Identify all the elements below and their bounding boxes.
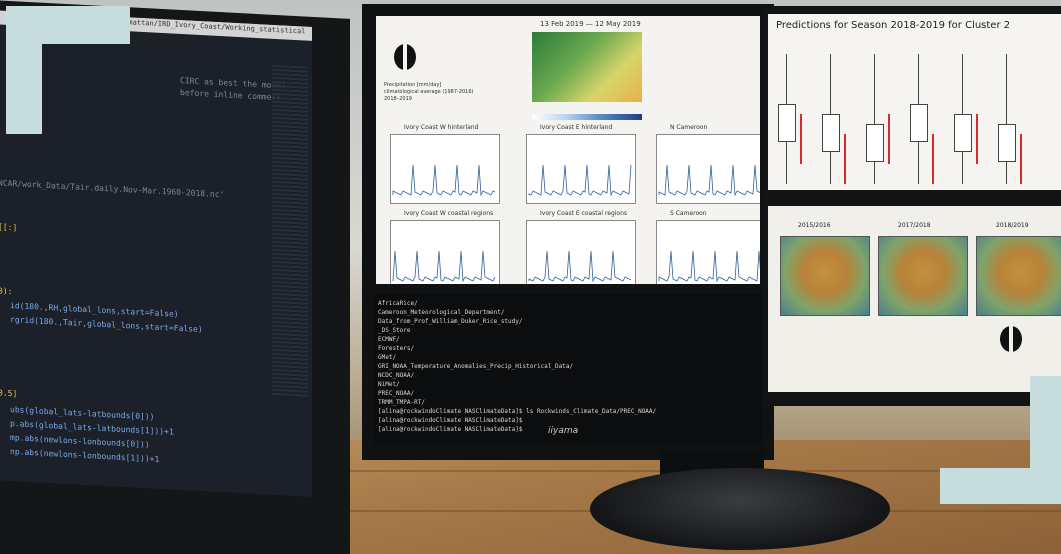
map-label: 2017/2018 (898, 222, 931, 229)
terminal-line: GRI_NOAA_Temperature_Anomalies_Precip_Hi… (378, 363, 574, 370)
panel-title: Ivory Coast E coastal regions (540, 210, 628, 217)
photo-scene: armattan/IRD_Ivory_Coast/Working_statist… (0, 0, 1061, 554)
code-line: before inline commert (180, 87, 282, 103)
terminal-line: [alina@rockwindoClimate NASClimateData]$ (378, 426, 523, 433)
code-line: 0): (0, 286, 13, 297)
terminal-line: PREC_NOAA/ (378, 390, 415, 397)
terminal-line: ECMWF/ (378, 336, 400, 343)
map-label: 2015/2016 (798, 222, 831, 229)
prediction-interval-bar (1020, 134, 1022, 184)
code-line: 0.5] (0, 388, 18, 399)
code-line: np.abs(newlons-lonbounds[1]))+1 (10, 447, 160, 464)
code-editor-screen: armattan/IRD_Ivory_Coast/Working_statist… (0, 10, 312, 497)
panel-title: N Cameroon (670, 124, 708, 131)
institute-logo (394, 44, 416, 70)
timeseries-panel (390, 134, 500, 204)
boxplot-box (778, 104, 796, 142)
terminal-line: GMet/ (378, 354, 397, 361)
monitor-stand-base (590, 468, 890, 550)
boxplot-box (998, 124, 1016, 162)
panel-title: Ivory Coast E hinterland (540, 124, 613, 131)
decorative-corner-bottom-right (940, 468, 1030, 504)
prediction-interval-bar (888, 114, 890, 164)
timeseries-panel (656, 220, 760, 284)
seasonal-map (878, 236, 968, 316)
decorative-corner-top-left (6, 44, 42, 134)
precipitation-figure: 13 Feb 2019 — 12 May 2019 Precipitation … (376, 16, 760, 284)
seasonal-map (780, 236, 870, 316)
terminal-line: [alina@rockwindoClimate NASClimateData]$ (378, 417, 523, 424)
decorative-corner-bottom-right (1030, 376, 1061, 504)
terminal-line: _DS_Store (378, 327, 411, 334)
timeseries-panel (390, 220, 500, 284)
map-label: 2018/2019 (996, 222, 1029, 229)
figure-legend: Precipitation [mm/day] climatological av… (384, 82, 474, 103)
editor-tab-title: armattan/IRD_Ivory_Coast/Working_statist… (120, 17, 306, 36)
terminal-line: NCDC_NOAA/ (378, 372, 415, 379)
code-line: mp.abs(newlons-lonbounds[0])) (10, 433, 150, 450)
terminal-line: Data_from_Prof_William_Duker_Rice_study/ (378, 318, 523, 325)
terminal-line: TRMM_TMPA-RT/ (378, 399, 425, 406)
legend-line: climatological average (1987-2016) (384, 89, 474, 95)
boxplot-whisker (1006, 54, 1007, 184)
terminal-line: Foresters/ (378, 345, 415, 352)
right-monitor: Predictions for Season 2018-2019 for Clu… (762, 6, 1061, 406)
panel-title: Ivory Coast W hinterland (404, 124, 479, 131)
code-line: [[:] (0, 222, 18, 233)
terminal-line: NiMet/ (378, 381, 400, 388)
prediction-interval-bar (932, 134, 934, 184)
prediction-interval-bar (800, 114, 802, 164)
boxplot-box (954, 114, 972, 152)
legend-line: 2018–2019 (384, 96, 412, 102)
precipitation-colorbar (532, 114, 642, 120)
boxplot-figure: Predictions for Season 2018-2019 for Clu… (768, 14, 1061, 190)
legend-line: Precipitation [mm/day] (384, 82, 442, 88)
terminal-line: AfricaRice/ (378, 300, 418, 307)
map-title: 13 Feb 2019 — 12 May 2019 (540, 20, 641, 28)
decorative-corner-top-left (6, 6, 130, 44)
timeseries-panel (526, 134, 636, 204)
institute-logo (1000, 326, 1022, 352)
timeseries-panel (526, 220, 636, 284)
code-line: NCAR/work_Data/Tair.daily.Nov-Mar.1960-2… (0, 178, 225, 200)
code-line: ubs(global_lats-latbounds[0])) (10, 405, 155, 422)
timeseries-panel (656, 134, 760, 204)
terminal-window: AfricaRice/Cameroon_Meteorological_Depar… (374, 294, 762, 444)
terminal-line: [alina@rockwindoClimate NASClimateData]$… (378, 408, 657, 415)
panel-title: S Cameroon (670, 210, 707, 217)
precipitation-map (532, 32, 642, 102)
seasonal-maps-figure: 2015/2016 2017/2018 2018/2019 (768, 206, 1061, 392)
prediction-interval-bar (844, 134, 846, 184)
left-monitor: armattan/IRD_Ivory_Coast/Working_statist… (0, 0, 350, 554)
boxplot-box (910, 104, 928, 142)
boxplot-box (866, 124, 884, 162)
editor-minimap (272, 64, 308, 397)
boxplot-box (822, 114, 840, 152)
panel-title: Ivory Coast W coastal regions (404, 210, 494, 217)
prediction-interval-bar (976, 114, 978, 164)
boxplot-title: Predictions for Season 2018-2019 for Clu… (776, 20, 1011, 31)
terminal-line: Cameroon_Meteorological_Department/ (378, 309, 505, 316)
monitor-brand-logo: iiyama (548, 426, 579, 436)
seasonal-map (976, 236, 1061, 316)
boxplot-whisker (874, 54, 875, 184)
center-monitor: 13 Feb 2019 — 12 May 2019 Precipitation … (362, 4, 774, 460)
